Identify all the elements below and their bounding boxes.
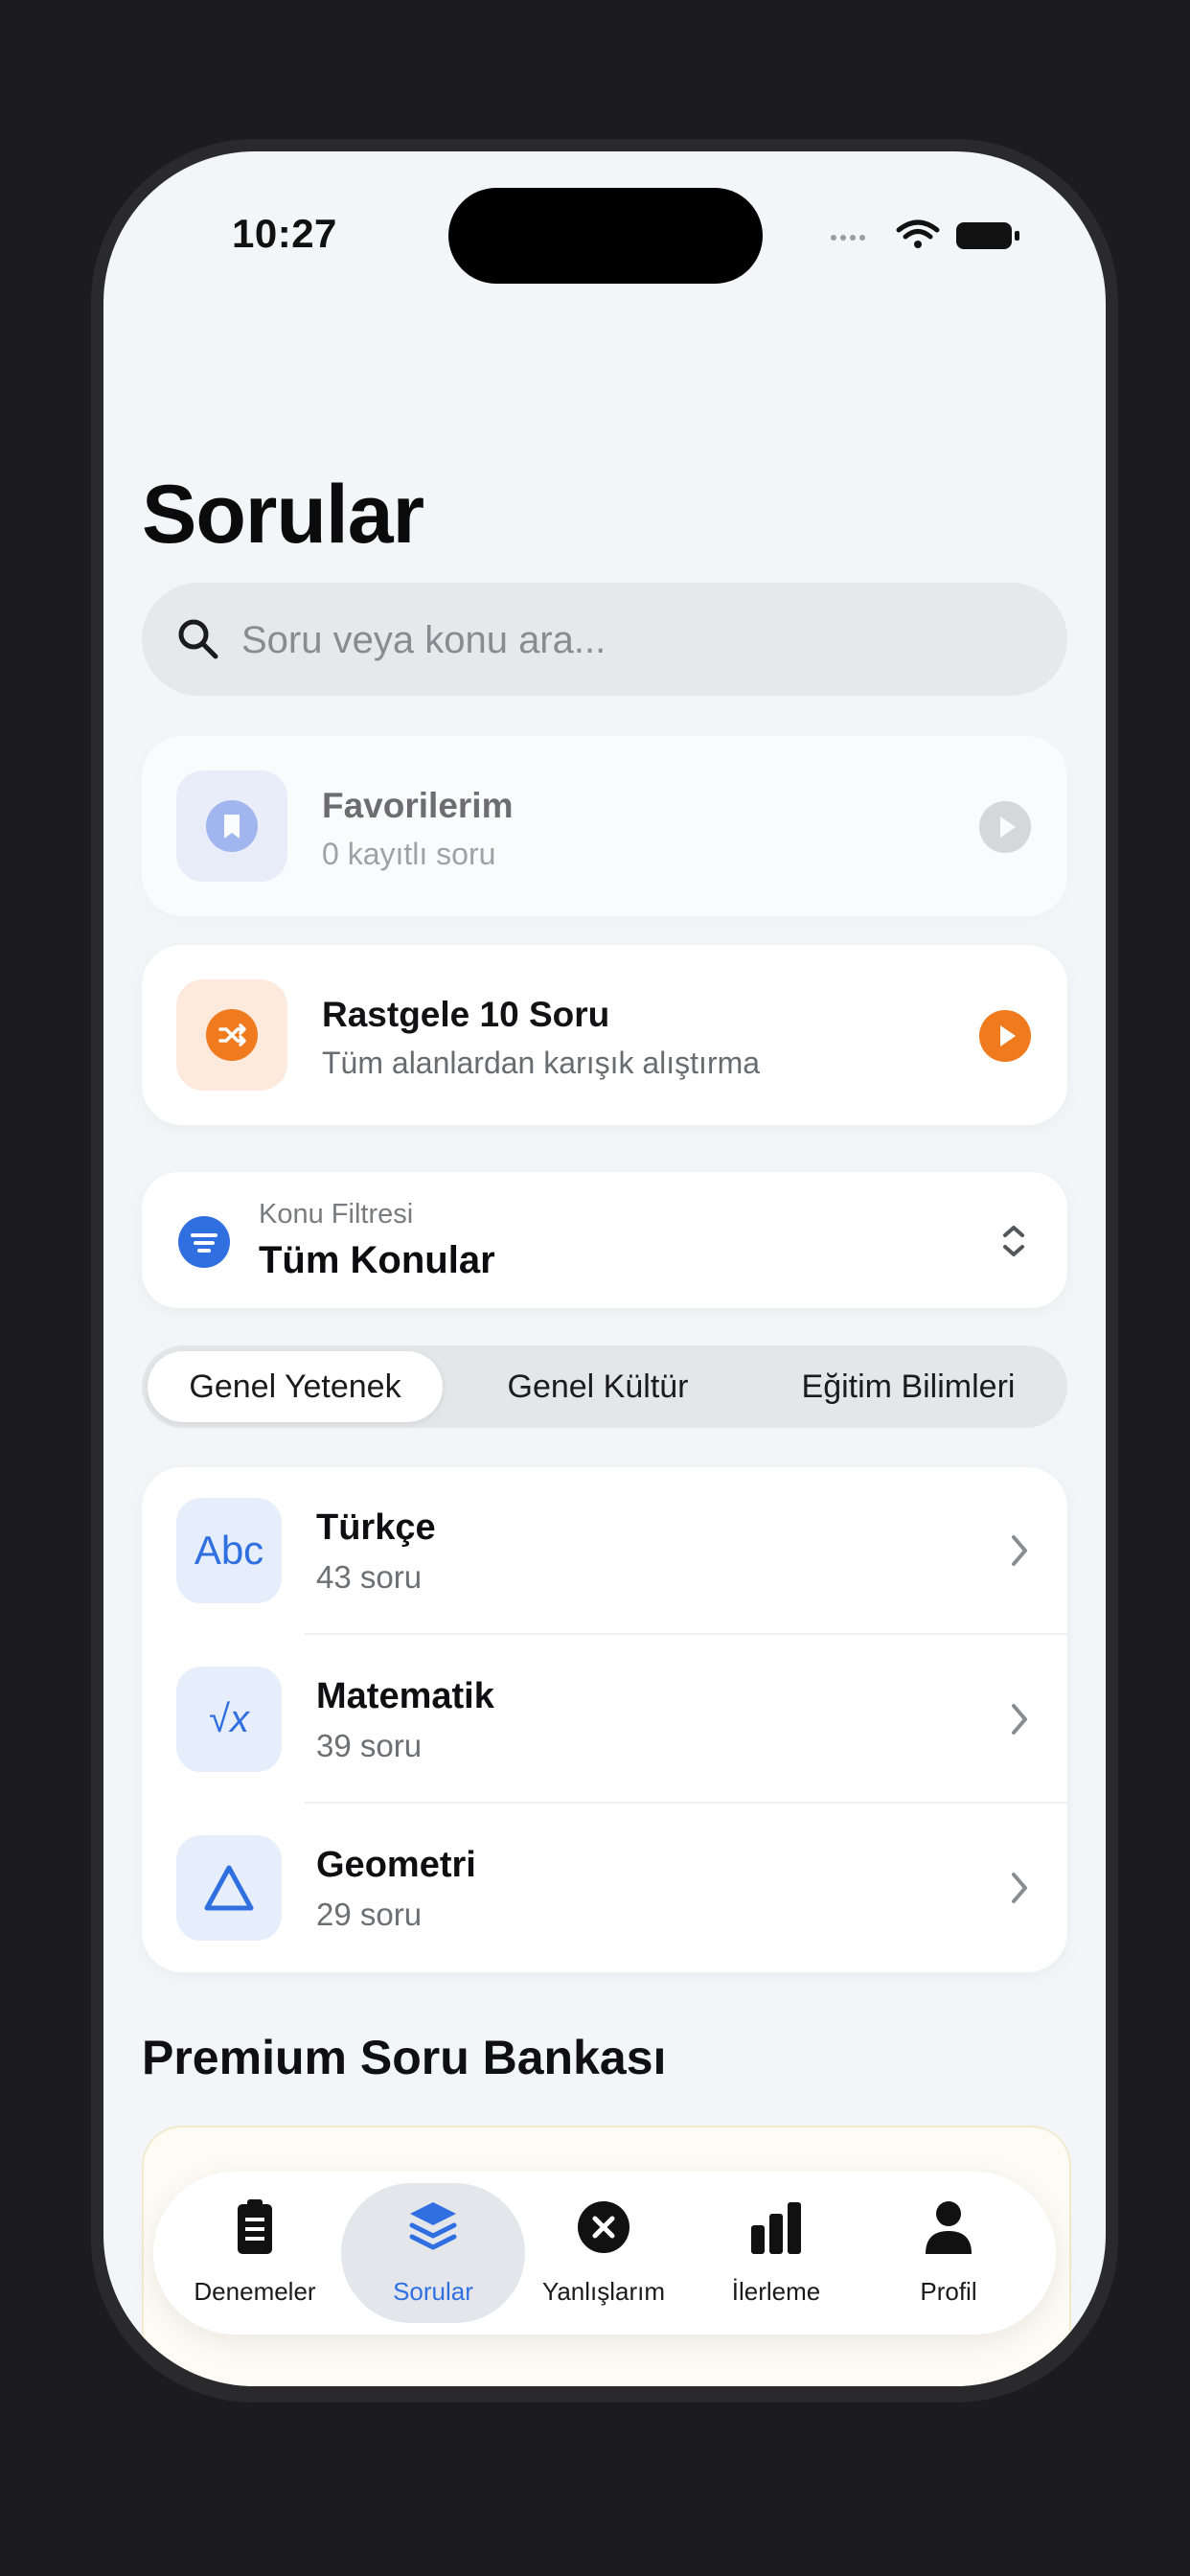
subject-count: 29 soru — [316, 1897, 423, 1932]
subject-name: Türkçe — [316, 1507, 436, 1548]
page-title: Sorular — [142, 469, 424, 561]
segment-genel-yetenek[interactable]: Genel Yetenek — [148, 1351, 443, 1422]
signal-icon — [831, 235, 865, 241]
stack-icon — [409, 2202, 457, 2250]
triangle-icon — [204, 1865, 254, 1911]
tab-bar: Denemeler Sorular Yanlışlarım İlerleme P… — [153, 2172, 1056, 2334]
tab-denemeler[interactable]: Denemeler — [169, 2172, 341, 2334]
subject-row-turkce[interactable]: Abc Türkçe 43 soru — [142, 1467, 1067, 1635]
play-icon[interactable] — [979, 1010, 1031, 1062]
subject-count: 39 soru — [316, 1728, 423, 1763]
status-icons — [831, 219, 1019, 249]
random-icon-tile — [176, 979, 287, 1091]
subject-row-geometri[interactable]: Geometri 29 soru — [142, 1805, 1067, 1972]
app-screen: 10:27 Sorular Favorilerim 0 kayıt — [103, 151, 1106, 2386]
random-subtitle: Tüm alanlardan karışık alıştırma — [322, 1046, 761, 1080]
row-divider — [305, 1633, 1067, 1635]
premium-section-title: Premium Soru Bankası — [142, 2031, 667, 2084]
segment-genel-kultur[interactable]: Genel Kültür — [450, 1351, 745, 1422]
chevron-right-icon — [1012, 1535, 1027, 1566]
search-input[interactable] — [240, 583, 1029, 698]
tab-label: Sorular — [393, 2277, 473, 2306]
dynamic-island — [448, 188, 763, 284]
tab-label: Yanlışlarım — [541, 2277, 666, 2306]
bookmark-icon — [206, 800, 258, 852]
favorites-subtitle: 0 kayıtlı soru — [322, 837, 496, 871]
tab-ilerleme[interactable]: İlerleme — [690, 2172, 862, 2334]
tab-label: İlerleme — [731, 2277, 821, 2306]
favorites-card[interactable]: Favorilerim 0 kayıtlı soru — [142, 736, 1067, 916]
person-icon — [926, 2201, 972, 2254]
random-title: Rastgele 10 Soru — [322, 995, 610, 1034]
subject-name: Matematik — [316, 1676, 494, 1716]
row-divider — [305, 1802, 1067, 1804]
chevron-right-icon — [1012, 1873, 1027, 1903]
square-root-icon: √x — [176, 1667, 282, 1772]
tab-yanlislarim[interactable]: Yanlışlarım — [517, 2172, 690, 2334]
segment-egitim-bilimleri[interactable]: Eğitim Bilimleri — [755, 1351, 1062, 1422]
subject-name: Geometri — [316, 1845, 476, 1885]
triangle-icon-tile — [176, 1835, 282, 1941]
search-icon — [178, 619, 218, 659]
clipboard-icon — [238, 2199, 272, 2254]
random-quiz-card[interactable]: Rastgele 10 Soru Tüm alanlardan karışık … — [142, 945, 1067, 1125]
subject-row-matematik[interactable]: √x Matematik 39 soru — [142, 1636, 1067, 1804]
abc-icon: Abc — [176, 1498, 282, 1603]
tab-label: Profil — [920, 2277, 977, 2306]
subject-count: 43 soru — [316, 1559, 423, 1595]
x-circle-icon — [578, 2201, 629, 2253]
chevron-up-down-icon — [1003, 1226, 1024, 1256]
filter-icon — [178, 1216, 230, 1268]
filter-caption: Konu Filtresi — [259, 1199, 414, 1230]
tab-profil[interactable]: Profil — [862, 2172, 1035, 2334]
play-icon[interactable] — [979, 801, 1031, 853]
filter-value: Tüm Konular — [259, 1239, 495, 1281]
search-bar[interactable] — [142, 583, 1067, 698]
chevron-right-icon — [1012, 1704, 1027, 1735]
shuffle-icon — [206, 1009, 258, 1061]
square-root-icon-text: √x — [209, 1698, 249, 1740]
status-time: 10:27 — [232, 211, 337, 256]
topic-filter[interactable]: Konu Filtresi Tüm Konular — [142, 1172, 1067, 1308]
battery-icon — [956, 222, 1019, 249]
favorites-icon-tile — [176, 770, 287, 882]
tab-label: Denemeler — [194, 2277, 316, 2306]
favorites-title: Favorilerim — [322, 786, 514, 825]
abc-icon-text: Abc — [194, 1528, 264, 1573]
wifi-icon — [896, 219, 940, 248]
category-segmented-control: Genel Yetenek Genel Kültür Eğitim Biliml… — [142, 1346, 1067, 1428]
bar-chart-icon — [751, 2202, 801, 2254]
tab-sorular[interactable]: Sorular — [341, 2172, 525, 2334]
subject-list: Abc Türkçe 43 soru √x Matematik 39 soru — [142, 1467, 1067, 1972]
